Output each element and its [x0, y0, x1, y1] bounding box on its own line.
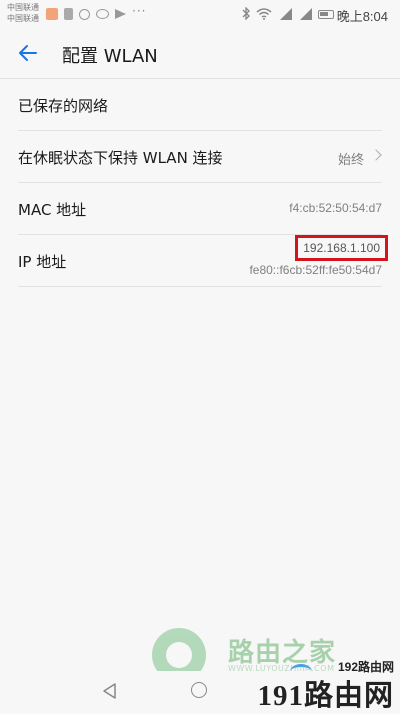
keep-wlan-during-sleep-value: 始终 [337, 152, 364, 167]
nav-home-button[interactable] [191, 682, 207, 698]
watermark-site-number: 191 [257, 680, 304, 712]
system-icons [242, 5, 334, 24]
carrier-name-1: 中国联通 [7, 3, 39, 12]
watermark-192luyouwang: 192路由网 191路由网 [254, 652, 400, 714]
app-bar: 配置 WLAN [0, 28, 400, 78]
carrier-info: 中国联通 中国联通 [7, 2, 39, 24]
ipv4-address-value: 192.168.1.100 [295, 235, 388, 261]
ip-address-item: IP 地址 192.168.1.100 fe80::f6cb:52ff:fe50… [0, 235, 400, 287]
notification-icons: ··· [46, 4, 147, 22]
wifi-icon [256, 5, 272, 24]
signal-icon-2 [298, 8, 312, 20]
row-divider [18, 286, 382, 287]
mac-address-item: MAC 地址 f4:cb:52:50:54:d7 [0, 183, 400, 235]
clock: 晚上8:04 [336, 9, 388, 24]
settings-list: 已保存的网络 在休眠状态下保持 WLAN 连接 始终 MAC 地址 f4:cb:… [0, 79, 400, 287]
keep-wlan-during-sleep-item[interactable]: 在休眠状态下保持 WLAN 连接 始终 [0, 131, 400, 183]
page-title: 配置 WLAN [62, 46, 158, 67]
wechat-icon [96, 9, 109, 19]
mac-address-value: f4:cb:52:50:54:d7 [289, 201, 382, 215]
back-button[interactable] [14, 38, 44, 68]
chevron-right-icon [370, 149, 382, 161]
qq-icon [79, 8, 90, 20]
keep-wlan-during-sleep-label: 在休眠状态下保持 WLAN 连接 [18, 149, 223, 167]
more-dots-icon: ··· [132, 4, 147, 18]
bluetooth-icon [242, 5, 250, 24]
status-bar: 中国联通 中国联通 ··· 晚上8:04 [0, 0, 400, 28]
saved-networks-label: 已保存的网络 [18, 97, 109, 115]
watermark-site-main: 191路由网 [257, 672, 394, 714]
mac-address-label: MAC 地址 [18, 201, 87, 219]
saved-networks-item[interactable]: 已保存的网络 [0, 79, 400, 131]
ipv6-address-value: fe80::f6cb:52ff:fe50:54d7 [249, 263, 382, 277]
sim-card-icon [64, 8, 73, 20]
carrier-name-2: 中国联通 [7, 14, 39, 23]
nav-back-button[interactable] [100, 681, 120, 701]
ip-address-label: IP 地址 [18, 253, 67, 271]
signal-icon [278, 8, 292, 20]
battery-icon [318, 9, 334, 19]
send-icon [115, 9, 126, 19]
watermark-site-text: 路由网 [303, 678, 394, 712]
notification-app-icon [46, 8, 58, 20]
arrow-left-icon [19, 45, 37, 61]
